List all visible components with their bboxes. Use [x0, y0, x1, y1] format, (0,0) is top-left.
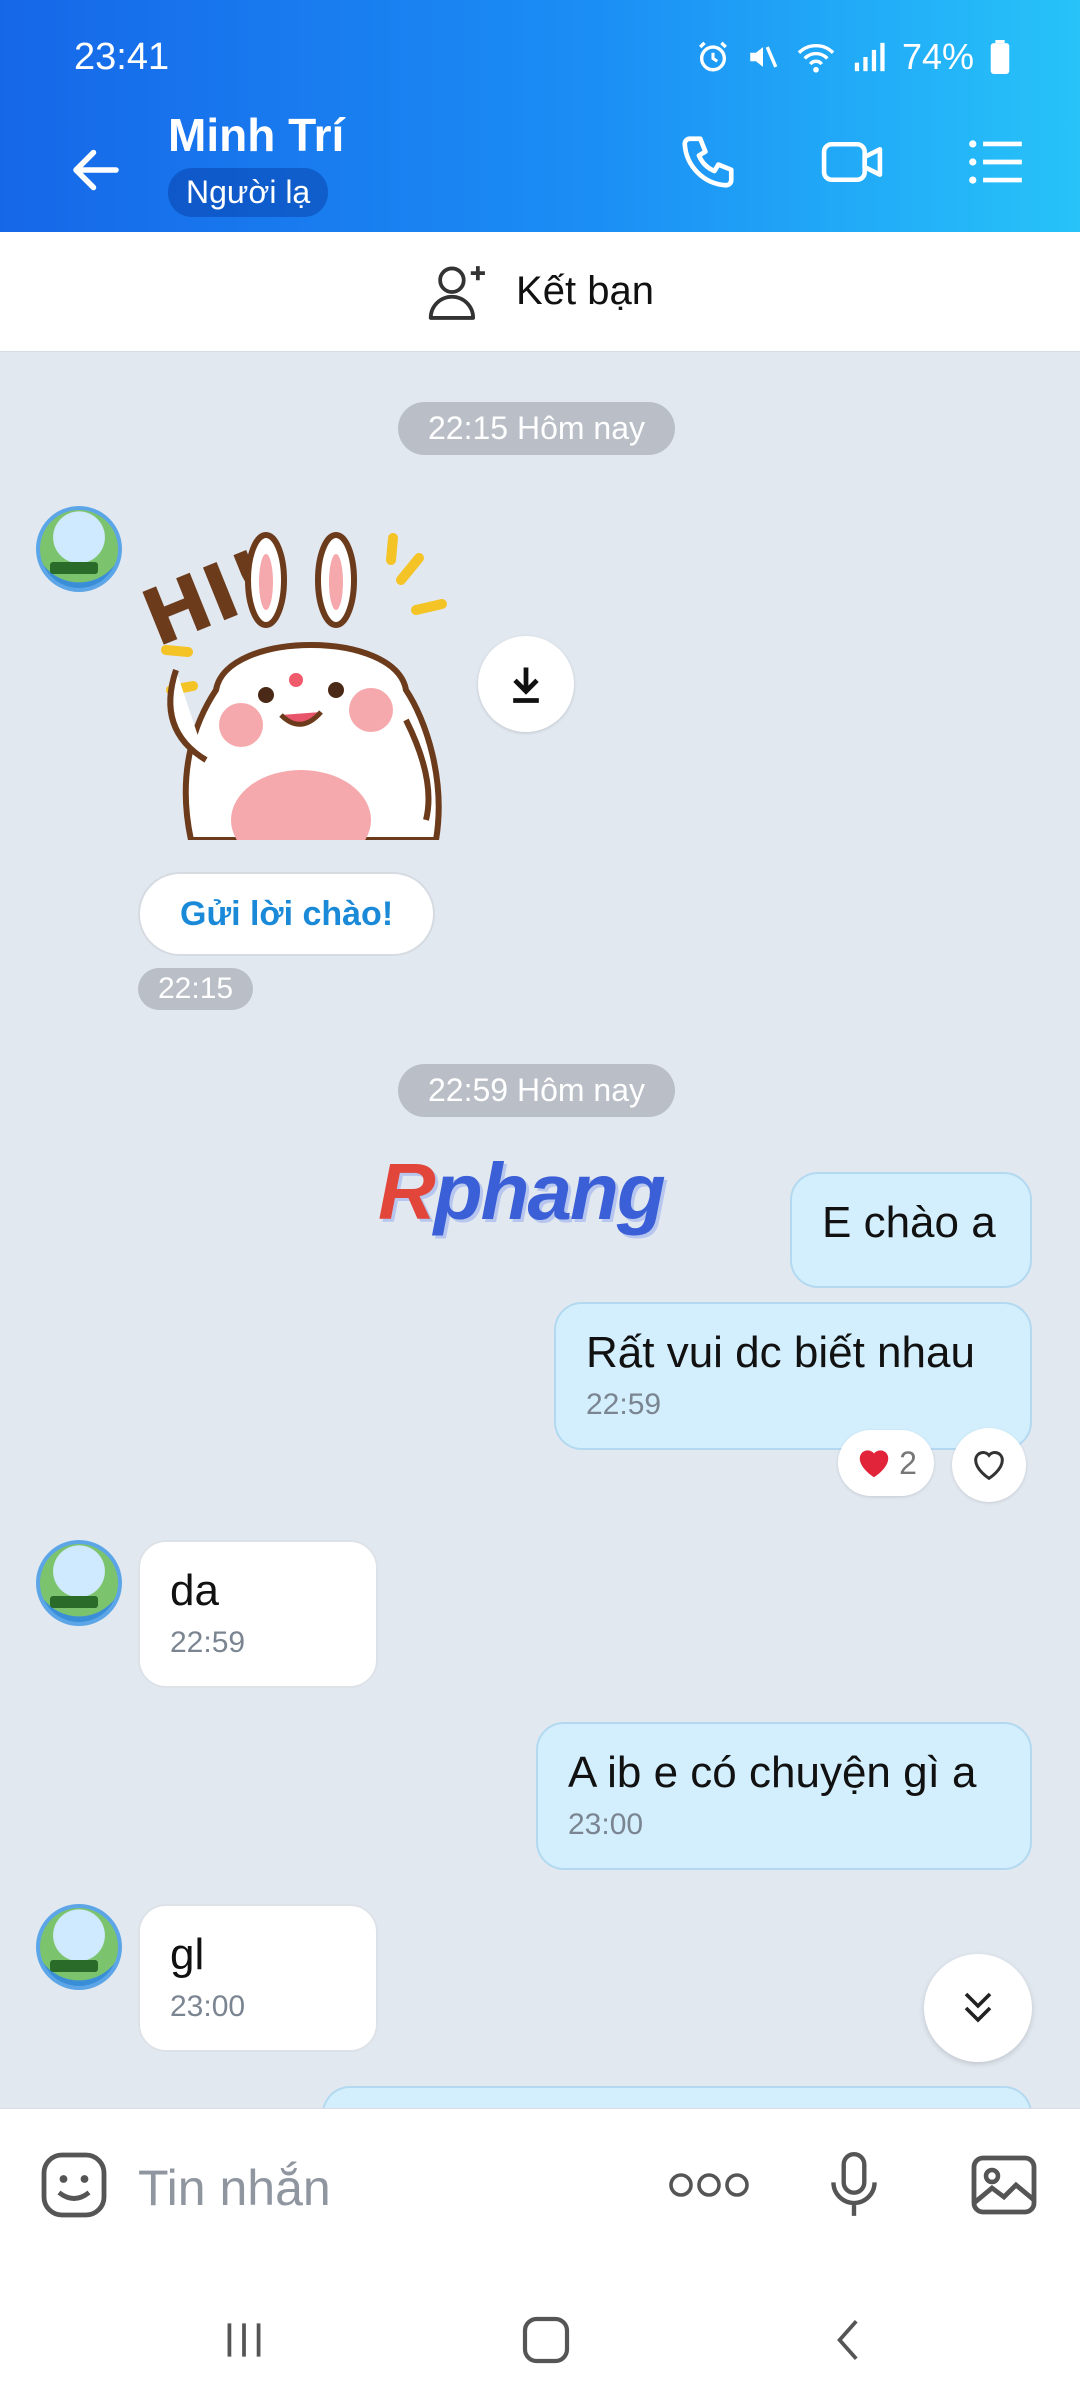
- heart-outline-icon: [974, 1451, 1004, 1481]
- message-text: Rất vui dc biết nhau: [586, 1328, 975, 1377]
- image-icon: [971, 2155, 1037, 2215]
- battery-percent: 74%: [901, 36, 974, 77]
- incoming-message[interactable]: da 22:59: [138, 1540, 378, 1688]
- message-time: 23:00: [568, 1808, 644, 1841]
- download-icon: [513, 667, 539, 703]
- home-button[interactable]: [506, 2300, 586, 2380]
- voice-call-button[interactable]: [668, 122, 748, 202]
- avatar[interactable]: [36, 1540, 122, 1626]
- stranger-badge: Người lạ: [168, 168, 329, 217]
- reaction-count: 2: [899, 1444, 917, 1481]
- more-options-button[interactable]: [664, 2145, 754, 2225]
- video-call-button[interactable]: [812, 122, 892, 202]
- outgoing-message[interactable]: E chào a: [790, 1172, 1032, 1288]
- chevron-left-icon: [837, 2320, 858, 2360]
- status-bar: 23:41 74%: [0, 0, 1080, 88]
- battery-icon: [990, 40, 1010, 74]
- message-time: 22:15: [138, 968, 254, 1010]
- message-text: da: [170, 1566, 219, 1615]
- back-nav-button[interactable]: [810, 2300, 890, 2380]
- date-separator: 22:59 Hôm nay: [398, 1064, 676, 1117]
- add-person-icon: [428, 265, 485, 320]
- add-friend-label: Kết bạn: [516, 269, 654, 313]
- message-time: 22:59: [586, 1388, 662, 1421]
- home-icon: [522, 2316, 570, 2364]
- incoming-message[interactable]: gl 23:00: [138, 1904, 378, 2052]
- phone-icon: [682, 136, 734, 188]
- avatar[interactable]: [36, 1904, 122, 1990]
- message-time: 23:00: [170, 1990, 246, 2023]
- message-time: 22:59: [170, 1626, 246, 1659]
- alarm-icon: [698, 41, 727, 72]
- status-time: 23:41: [74, 36, 170, 78]
- emoji-button[interactable]: [34, 2145, 114, 2225]
- signal-icon: [854, 42, 885, 72]
- message-input[interactable]: [138, 2153, 618, 2223]
- back-button[interactable]: [56, 130, 136, 210]
- wifi-icon: [797, 44, 835, 73]
- date-separator: 22:15 Hôm nay: [398, 402, 676, 455]
- bunny-hi-sticker: HI!: [136, 532, 447, 840]
- video-camera-icon: [821, 141, 883, 183]
- add-friend-button[interactable]: Kết bạn: [0, 232, 1080, 352]
- avatar[interactable]: [36, 506, 122, 592]
- message-text: gl: [170, 1930, 205, 1979]
- rphang-watermark: Rphang: [378, 1146, 666, 1238]
- reaction-summary[interactable]: 2: [838, 1430, 934, 1496]
- list-menu-icon: [969, 140, 1022, 184]
- sticker-face-icon: [41, 2152, 107, 2218]
- mute-icon: [750, 46, 778, 68]
- chat-header: 23:41 74% Minh Trí Người lạ: [0, 0, 1080, 232]
- app-bar: Minh Trí Người lạ: [0, 88, 1080, 232]
- outgoing-message[interactable]: Rất vui dc biết nhau 22:59: [554, 1302, 1032, 1450]
- message-composer: [0, 2108, 1080, 2260]
- react-button[interactable]: [952, 1428, 1026, 1502]
- system-nav-bar: [0, 2260, 1080, 2400]
- watermark-initial: R: [378, 1147, 436, 1236]
- voice-message-button[interactable]: [814, 2145, 894, 2225]
- message-text: A ib e có chuyện gì a: [568, 1748, 977, 1797]
- options-menu-button[interactable]: [956, 122, 1036, 202]
- download-button[interactable]: [478, 636, 574, 732]
- outgoing-message[interactable]: A ib e có chuyện gì a 23:00: [536, 1722, 1032, 1870]
- red-heart-icon: [859, 1450, 889, 1478]
- message-text: E chào a: [822, 1198, 996, 1247]
- double-chevron-down-icon: [964, 1992, 992, 2023]
- status-icons: 74%: [696, 36, 1010, 78]
- scroll-to-bottom-button[interactable]: [924, 1954, 1032, 2062]
- contact-name[interactable]: Minh Trí: [168, 108, 344, 162]
- send-greeting-button[interactable]: Gửi lời chào!: [138, 872, 436, 956]
- more-dots-icon: [669, 2173, 749, 2197]
- recent-apps-icon: [227, 2323, 261, 2357]
- arrow-left-icon: [73, 149, 119, 191]
- watermark-rest: phang: [433, 1147, 666, 1236]
- photo-button[interactable]: [964, 2145, 1044, 2225]
- microphone-icon: [831, 2151, 877, 2216]
- recent-apps-button[interactable]: [204, 2300, 284, 2380]
